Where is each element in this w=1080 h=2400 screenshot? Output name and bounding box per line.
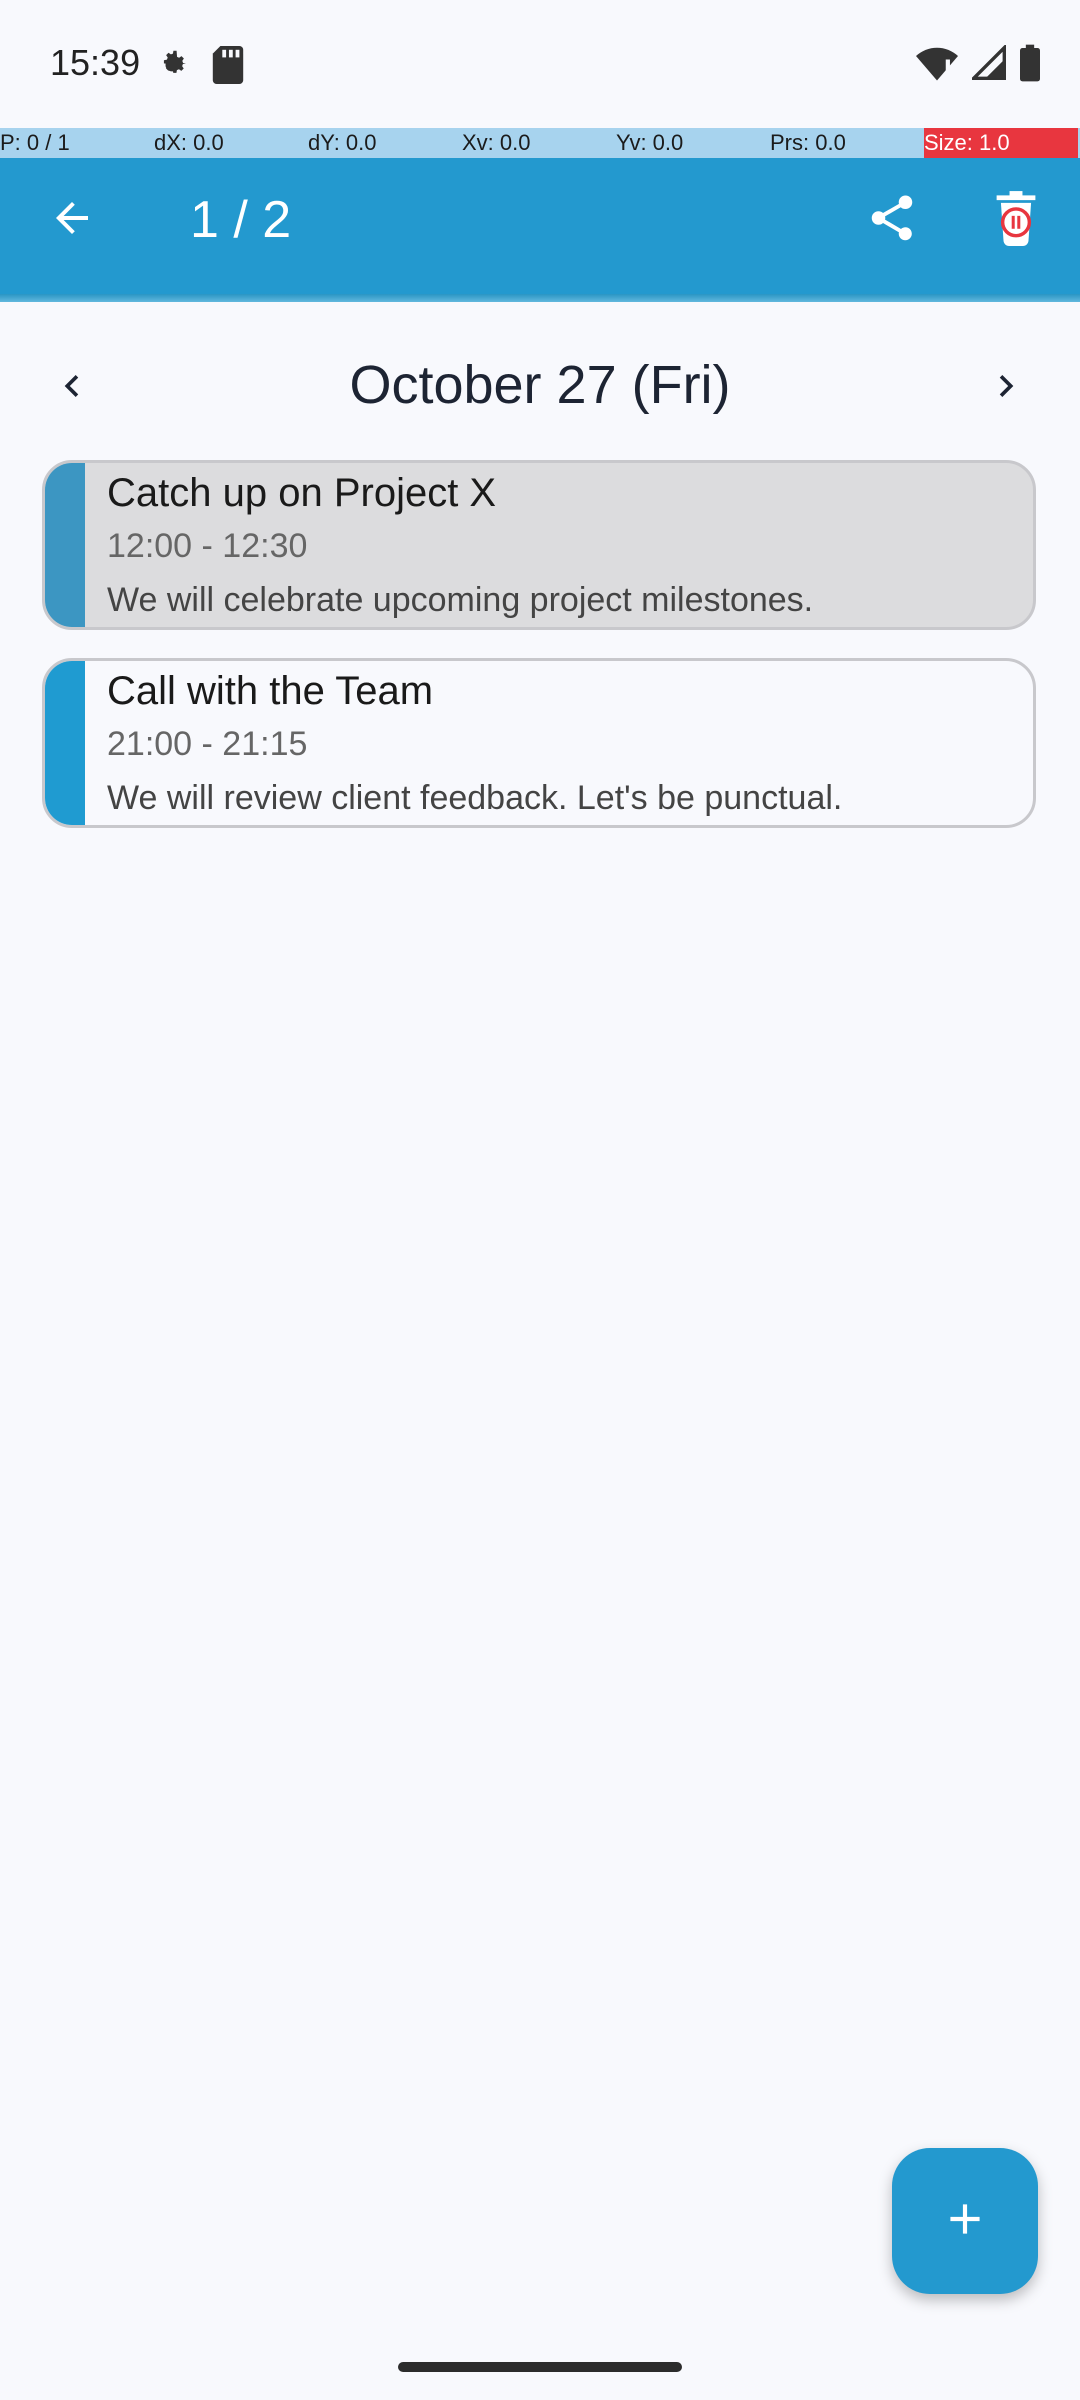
- event-description: We will review client feedback. Let's be…: [107, 779, 843, 817]
- plus-icon: [940, 2194, 990, 2249]
- battery-icon: [1020, 44, 1040, 87]
- sd-card-icon: [212, 46, 244, 89]
- status-bar: 15:39: [0, 0, 1080, 128]
- event-time: 12:00 - 12:30: [107, 527, 308, 565]
- event-time: 21:00 - 21:15: [107, 725, 308, 763]
- status-time: 15:39: [50, 42, 141, 83]
- arrow-back-icon: [48, 194, 96, 247]
- gesture-nav-handle[interactable]: [398, 2362, 682, 2372]
- app-bar-divider: [0, 294, 1080, 302]
- add-event-button[interactable]: [892, 2148, 1038, 2294]
- event-color-stripe: [45, 661, 85, 825]
- pointer-debug-overlay: P: 0 / 1 dX: 0.0 dY: 0.0 Xv: 0.0 Yv: 0.0…: [0, 128, 1080, 158]
- wifi-alert-icon: [916, 45, 958, 86]
- debug-dy: dY: 0.0: [308, 130, 377, 155]
- debug-pointer: P: 0 / 1: [0, 130, 70, 155]
- trash-icon: [990, 190, 1042, 251]
- event-card[interactable]: Call with the Team 21:00 - 21:15 We will…: [42, 658, 1036, 828]
- chevron-right-icon: [984, 364, 1028, 413]
- debug-dx: dX: 0.0: [154, 130, 224, 155]
- next-day-button[interactable]: [966, 348, 1046, 428]
- debug-size: Size: 1.0: [924, 128, 1078, 158]
- event-color-stripe: [45, 463, 85, 627]
- app-bar: 1 / 2: [0, 158, 1080, 294]
- page-counter: 1 / 2: [190, 191, 292, 249]
- debug-yv: Yv: 0.0: [616, 130, 684, 155]
- gear-icon: [156, 46, 194, 89]
- signal-icon: [969, 43, 1006, 86]
- debug-prs: Prs: 0.0: [770, 130, 846, 155]
- event-title: Catch up on Project X: [107, 471, 497, 515]
- date-navigation: October 27 (Fri): [0, 340, 1080, 436]
- event-card[interactable]: Catch up on Project X 12:00 - 12:30 We w…: [42, 460, 1036, 630]
- date-title: October 27 (Fri): [349, 355, 731, 415]
- back-button[interactable]: [36, 184, 108, 256]
- event-title: Call with the Team: [107, 669, 434, 713]
- status-left-icons: [156, 46, 244, 89]
- status-right-icons: [916, 43, 1040, 87]
- debug-xv: Xv: 0.0: [462, 130, 531, 155]
- share-button[interactable]: [852, 180, 932, 260]
- share-icon: [865, 191, 919, 250]
- event-description: We will celebrate upcoming project miles…: [107, 581, 814, 619]
- delete-button[interactable]: [976, 180, 1056, 260]
